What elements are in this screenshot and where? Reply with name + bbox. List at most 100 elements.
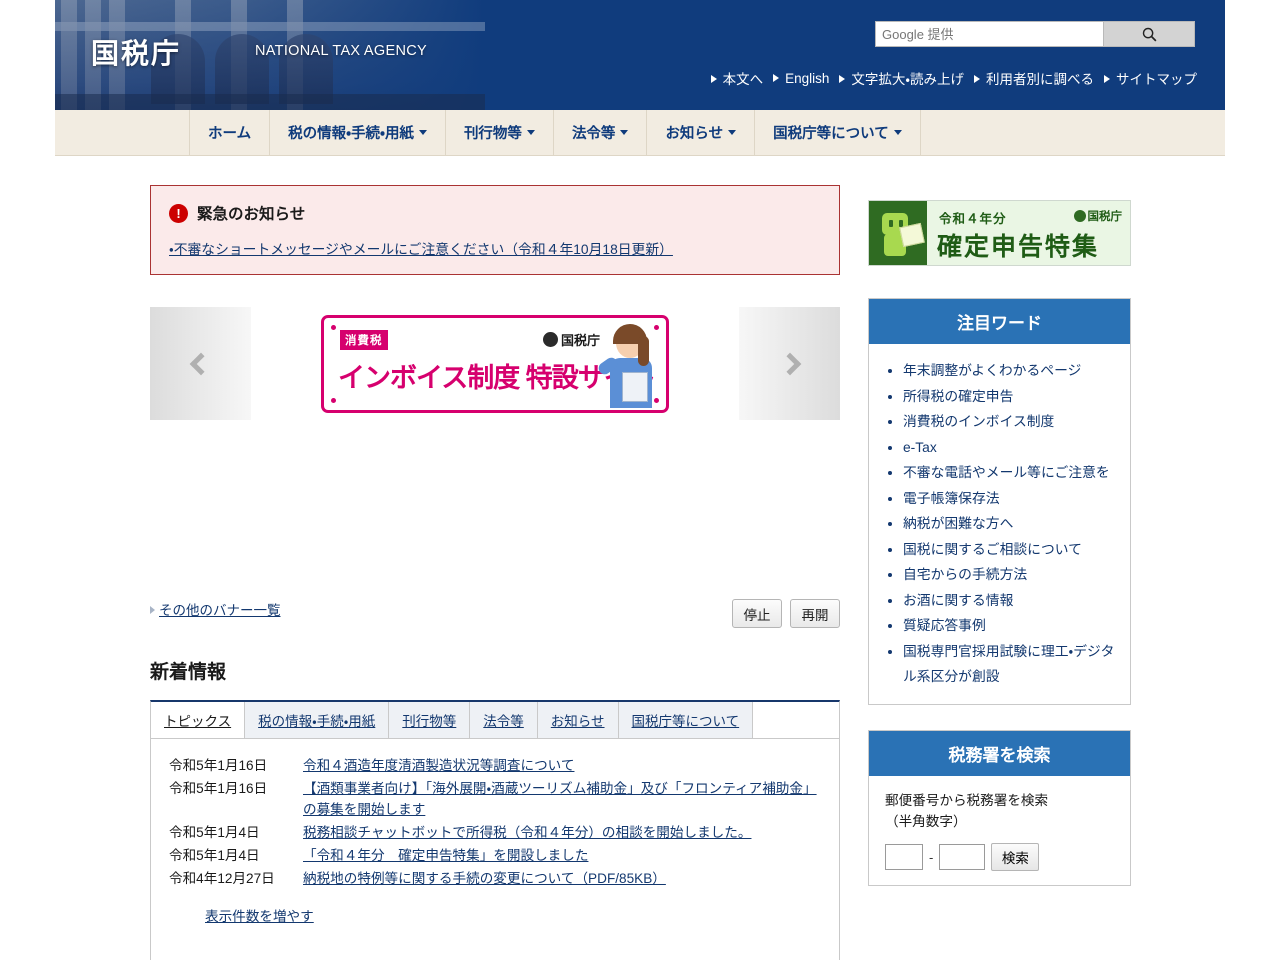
- nav-item-notices[interactable]: お知らせ: [647, 110, 756, 155]
- banner-text-area: 令和４年分 国税庁 確定申告特集: [927, 201, 1130, 265]
- util-link-by-user[interactable]: 利用者別に調べる: [972, 68, 1102, 88]
- carousel-resume-button[interactable]: 再開: [790, 599, 840, 628]
- keyword-item[interactable]: 納税が困難な方へ: [903, 511, 1116, 537]
- nav-item-about[interactable]: 国税庁等について: [755, 110, 921, 155]
- emergency-link[interactable]: ・不審なショートメッセージやメールにご注意ください（令和４年10月18日更新）: [169, 238, 821, 258]
- triangle-icon: [839, 75, 846, 83]
- nav-item-publications[interactable]: 刊行物等: [446, 110, 554, 155]
- zip-first-input[interactable]: [885, 844, 923, 871]
- banner-nta-logo: 国税庁: [1073, 208, 1122, 224]
- office-search-note-line1: 郵便番号から税務署を検索: [885, 792, 1049, 808]
- banner-illustration: [596, 323, 660, 410]
- chevron-down-icon: [728, 130, 737, 135]
- search-button[interactable]: [1103, 21, 1195, 47]
- keyword-item[interactable]: 不審な電話やメール等にご注意を: [903, 460, 1116, 486]
- site-title-en: NATIONAL TAX AGENCY: [255, 43, 427, 59]
- tab-tax-info[interactable]: 税の情報・手続・用紙: [245, 702, 390, 738]
- banner-nta-logo: 国税庁: [542, 330, 600, 349]
- news-item: 令和5年1月4日 税務相談チャットボットで所得税（令和４年分）の相談を開始しまし…: [169, 822, 821, 843]
- nav-item-laws[interactable]: 法令等: [554, 110, 648, 155]
- nav-item-home[interactable]: ホーム: [190, 110, 271, 155]
- show-more-link[interactable]: 表示件数を増やす: [205, 905, 314, 925]
- keyword-item[interactable]: 質疑応答事例: [903, 613, 1116, 639]
- banner-carousel: 消費税 国税庁 インボイス制度 特設サイト: [150, 307, 840, 420]
- keyword-item[interactable]: 消費税のインボイス制度: [903, 409, 1116, 435]
- emergency-title-row: ! 緊急のお知らせ: [169, 202, 821, 224]
- nav-item-tax-info[interactable]: 税の情報・手続・用紙: [270, 110, 446, 155]
- zip-separator: -: [929, 849, 934, 865]
- carousel-stop-button[interactable]: 停止: [732, 599, 782, 628]
- chevron-down-icon: [418, 130, 427, 135]
- carousel-stage: 消費税 国税庁 インボイス制度 特設サイト: [251, 307, 739, 420]
- keyword-item[interactable]: お酒に関する情報: [903, 588, 1116, 614]
- office-search-panel: 税務署を検索 郵便番号から税務署を検索 （半角数字） - 検索: [868, 729, 1131, 887]
- keywords-panel: 注目ワード 年末調整がよくわかるページ 所得税の確定申告 消費税のインボイス制度…: [868, 298, 1131, 705]
- triangle-icon: [974, 75, 980, 83]
- keyword-item[interactable]: 国税専門官採用試験に理工・デジタル系区分が創設: [903, 639, 1116, 690]
- search-icon: [1142, 27, 1156, 41]
- keyword-item[interactable]: 年末調整がよくわかるページ: [903, 358, 1116, 384]
- triangle-icon: [710, 75, 717, 83]
- exclamation-icon: !: [169, 203, 188, 223]
- emergency-title: 緊急のお知らせ: [197, 206, 306, 223]
- news-item: 令和5年1月16日 令和４酒造年度清酒製造状況等調査について: [169, 755, 821, 776]
- banner-invoice-site[interactable]: 消費税 国税庁 インボイス制度 特設サイト: [321, 314, 669, 413]
- zip-search-button[interactable]: 検索: [991, 843, 1040, 872]
- triangle-icon: [773, 73, 780, 82]
- other-banners-link[interactable]: その他のバナー一覧: [150, 599, 281, 619]
- site-search[interactable]: [875, 21, 1195, 47]
- chevron-down-icon: [620, 130, 629, 135]
- keyword-item[interactable]: 所得税の確定申告: [903, 384, 1116, 410]
- banner-headline: 確定申告特集: [937, 233, 1100, 261]
- news-list: 令和5年1月16日 令和４酒造年度清酒製造状況等調査について 令和5年1月16日…: [151, 739, 839, 926]
- news-link[interactable]: 令和４酒造年度清酒製造状況等調査について: [303, 755, 574, 776]
- tab-notices[interactable]: お知らせ: [537, 702, 619, 738]
- news-panel: トピックス 税の情報・手続・用紙 刊行物等 法令等 お知らせ 国税庁等について …: [150, 700, 840, 960]
- banner-tax-return-special[interactable]: 令和４年分 国税庁 確定申告特集: [868, 200, 1131, 266]
- tab-laws[interactable]: 法令等: [470, 702, 538, 738]
- news-date: 令和5年1月4日: [169, 825, 260, 841]
- news-item: 令和5年1月16日 【酒類事業者向け】「海外展開・酒蔵ツーリズム補助金」及び「フ…: [169, 778, 821, 820]
- chevron-right-icon: [778, 352, 801, 375]
- carousel-prev-button[interactable]: [150, 307, 251, 420]
- news-tabs: トピックス 税の情報・手続・用紙 刊行物等 法令等 お知らせ 国税庁等について: [151, 702, 839, 739]
- news-item: 令和4年12月27日 納税地の特例等に関する手続の変更について（PDF/85KB…: [169, 868, 821, 889]
- utility-nav: 本文へ English 文字拡大・読み上げ 利用者別に調べる サイトマップ: [709, 68, 1205, 88]
- news-link[interactable]: 税務相談チャットボットで所得税（令和４年分）の相談を開始しました。: [303, 822, 751, 843]
- tab-topics[interactable]: トピックス: [151, 702, 246, 738]
- nta-logo-icon: [542, 331, 558, 347]
- chevron-down-icon: [526, 130, 535, 135]
- banner-mascot: [869, 201, 927, 265]
- keyword-item[interactable]: 国税に関するご相談について: [903, 537, 1116, 563]
- news-date: 令和4年12月27日: [169, 871, 275, 887]
- nav-spacer: [55, 110, 190, 155]
- tab-publications[interactable]: 刊行物等: [389, 702, 471, 738]
- news-date: 令和5年1月16日: [169, 758, 268, 773]
- zip-second-input[interactable]: [939, 844, 986, 871]
- news-link[interactable]: 「令和４年分 確定申告特集」を開設しました: [303, 845, 588, 866]
- keyword-item[interactable]: 自宅からの手続方法: [903, 562, 1116, 588]
- util-link-honbun[interactable]: 本文へ: [709, 68, 772, 88]
- util-link-english[interactable]: English: [771, 71, 837, 86]
- page-root: 国税庁 NATIONAL TAX AGENCY 本文へ English 文字拡大…: [0, 0, 1280, 960]
- search-input[interactable]: [875, 21, 1103, 47]
- keyword-item[interactable]: 電子帳簿保存法: [903, 486, 1116, 512]
- news-link[interactable]: 納税地の特例等に関する手続の変更について（PDF/85KB）: [303, 868, 666, 889]
- site-header: 国税庁 NATIONAL TAX AGENCY 本文へ English 文字拡大…: [55, 0, 1225, 110]
- util-link-textsize[interactable]: 文字拡大・読み上げ: [837, 68, 972, 88]
- util-link-sitemap[interactable]: サイトマップ: [1102, 68, 1205, 88]
- keywords-panel-title: 注目ワード: [869, 299, 1130, 344]
- triangle-icon: [1104, 75, 1110, 83]
- news-date: 令和5年1月16日: [169, 781, 268, 797]
- zip-input-row: - 検索: [869, 833, 1130, 885]
- keyword-item[interactable]: e-Tax: [903, 435, 1116, 461]
- tab-about[interactable]: 国税庁等について: [618, 702, 754, 738]
- office-search-title: 税務署を検索: [869, 730, 1130, 776]
- site-title-ja: 国税庁: [91, 38, 182, 69]
- office-search-note: 郵便番号から税務署を検索 （半角数字）: [869, 776, 1130, 834]
- news-link[interactable]: 【酒類事業者向け】「海外展開・酒蔵ツーリズム補助金」及び「フロンティア補助金」の…: [303, 778, 821, 820]
- chevron-down-icon: [893, 130, 902, 135]
- carousel-next-button[interactable]: [739, 307, 840, 420]
- main-column: ! 緊急のお知らせ ・不審なショートメッセージやメールにご注意ください（令和４年…: [150, 185, 840, 960]
- banner-year: 令和４年分: [939, 212, 1007, 226]
